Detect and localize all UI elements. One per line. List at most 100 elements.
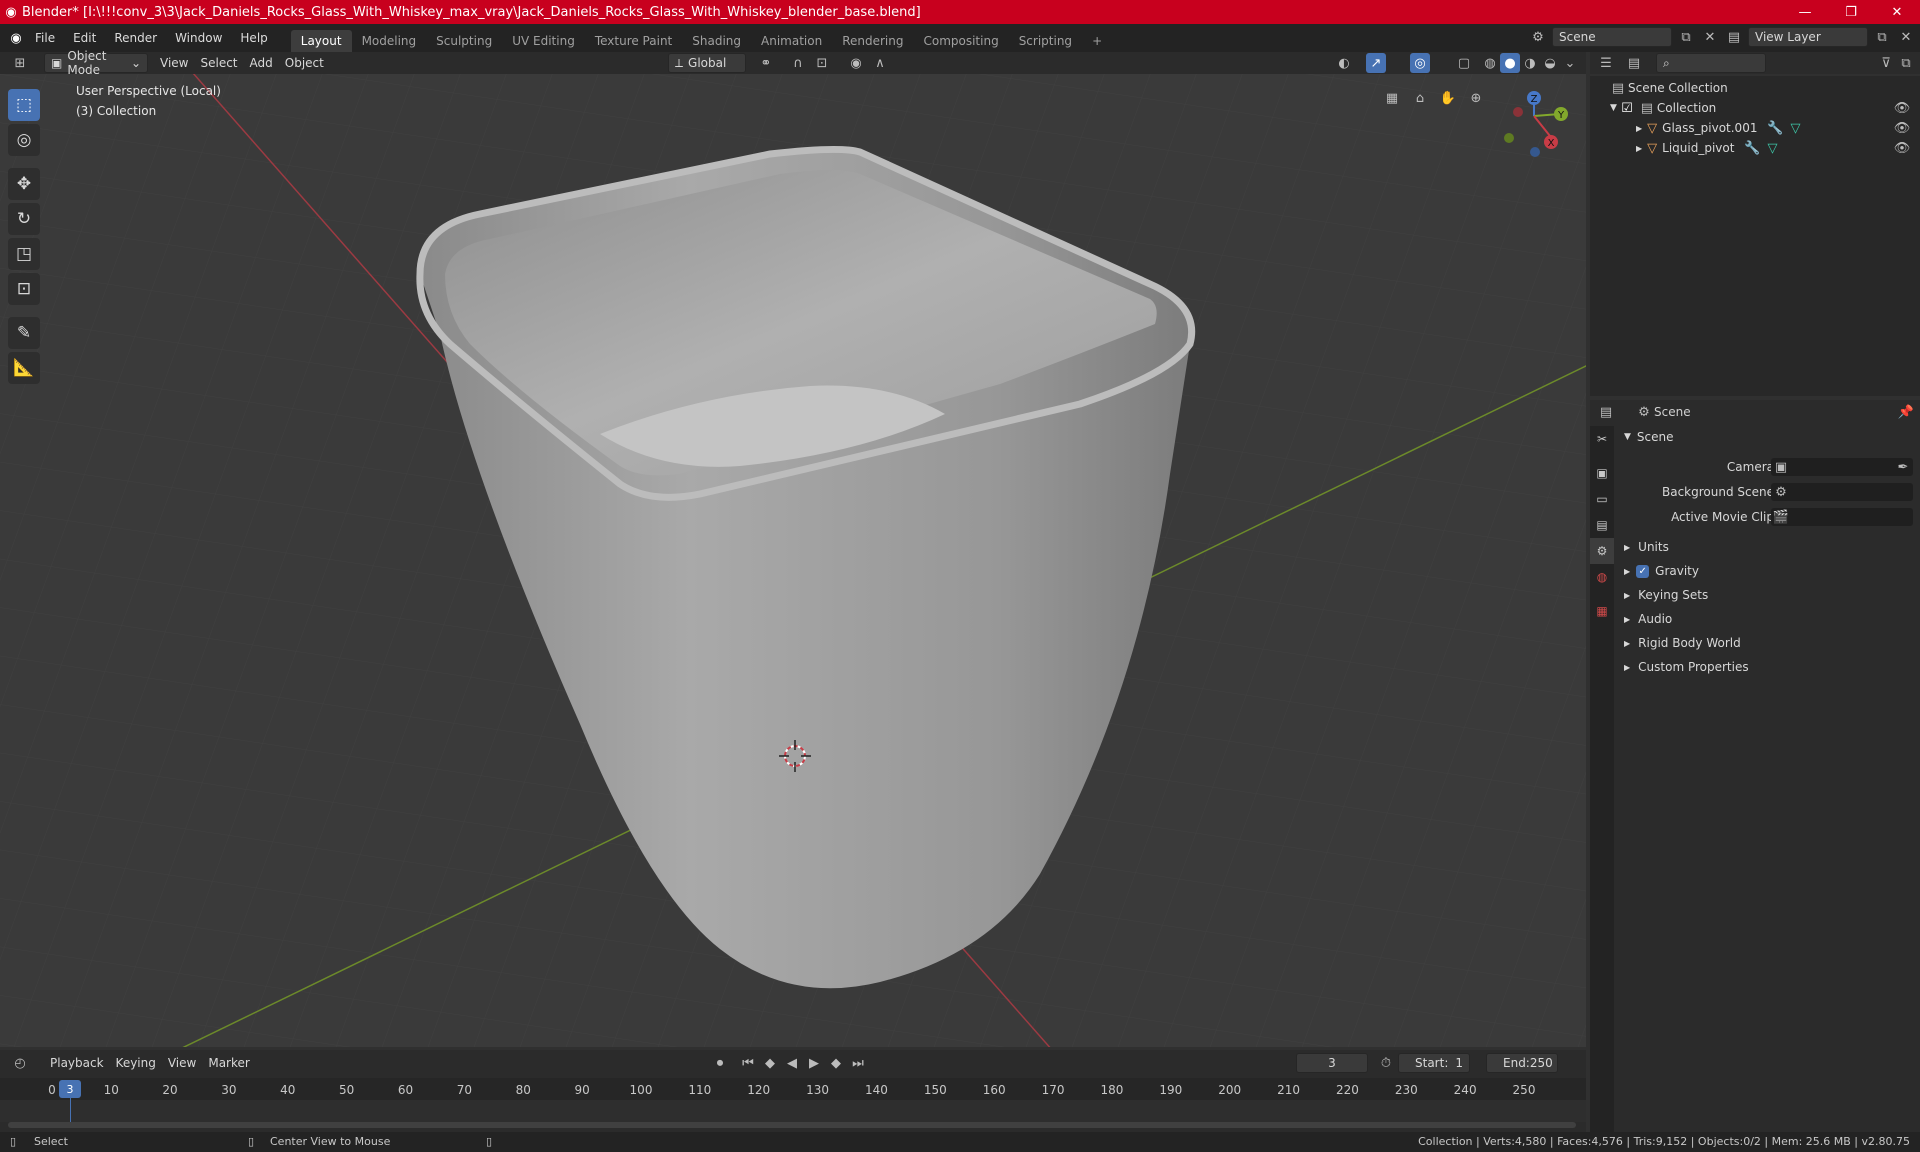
current-frame-field[interactable]: 3	[1296, 1053, 1368, 1073]
visibility-icon[interactable]: ◐	[1334, 53, 1354, 73]
view-layer-tab-icon[interactable]: ▤	[1590, 512, 1614, 538]
close-button[interactable]: ✕	[1874, 0, 1920, 24]
3d-viewport[interactable]: Z Y X User Perspective (Local) (3) Colle…	[0, 74, 1586, 1047]
blender-menu-icon[interactable]: ◉	[6, 28, 26, 48]
mesh-data-icon[interactable]: ▽	[1785, 118, 1805, 138]
shading-options-icon[interactable]: ⌄	[1560, 53, 1580, 73]
viewport-menu-select[interactable]: Select	[194, 53, 243, 73]
view-layer-icon[interactable]: ▤	[1724, 27, 1744, 47]
timeline-menu-marker[interactable]: Marker	[202, 1053, 255, 1073]
viewport-menu-add[interactable]: Add	[244, 53, 279, 73]
tool-tab-icon[interactable]: ✂	[1590, 426, 1614, 452]
tab-compositing[interactable]: Compositing	[913, 30, 1008, 52]
object-mode-dropdown[interactable]: ▣ Object Mode ⌄	[44, 49, 148, 77]
render-tab-icon[interactable]: ▣	[1590, 460, 1614, 486]
texture-tab-icon[interactable]: ▦	[1590, 598, 1614, 624]
timeline-menu-playback[interactable]: Playback	[44, 1053, 110, 1073]
minimize-button[interactable]: —	[1782, 0, 1828, 24]
rigid-body-world-section[interactable]: ▶ Rigid Body World	[1614, 632, 1920, 654]
tab-sculpting[interactable]: Sculpting	[426, 30, 502, 52]
transform-tool-icon[interactable]: ⊡	[8, 273, 40, 305]
tab-uv-editing[interactable]: UV Editing	[502, 30, 585, 52]
background-scene-field[interactable]: ⚙	[1771, 483, 1913, 501]
prev-keyframe-icon[interactable]: ◆	[760, 1053, 780, 1073]
tab-rendering[interactable]: Rendering	[832, 30, 913, 52]
delete-view-layer-icon[interactable]: ✕	[1896, 27, 1916, 47]
outliner-row-liquid-pivot[interactable]: ▶ ▽ Liquid_pivot 🔧 ▽ 👁	[1590, 138, 1920, 158]
zoom-icon[interactable]: ⊕	[1466, 88, 1486, 108]
tab-layout[interactable]: Layout	[290, 30, 352, 52]
select-box-tool-icon[interactable]: ⬚	[8, 89, 40, 121]
play-icon[interactable]: ▶	[804, 1053, 824, 1073]
eye-icon[interactable]: 👁	[1892, 98, 1912, 118]
pivot-point-icon[interactable]: ⚭	[756, 53, 776, 73]
stopwatch-icon[interactable]: ⏱	[1376, 1053, 1396, 1073]
expand-arrow-icon[interactable]: ▼	[1610, 103, 1617, 113]
next-keyframe-icon[interactable]: ◆	[826, 1053, 846, 1073]
eye-icon[interactable]: 👁	[1892, 118, 1912, 138]
outliner-row-collection[interactable]: ▼ ☑ ▤ Collection 👁	[1590, 98, 1920, 118]
display-mode-icon[interactable]: ▤	[1624, 53, 1644, 73]
modifier-wrench-icon[interactable]: 🔧	[1765, 118, 1785, 138]
move-tool-icon[interactable]: ✥	[8, 168, 40, 200]
outliner-search-input[interactable]: ⌕	[1656, 53, 1766, 73]
wireframe-shading-icon[interactable]: ◍	[1480, 53, 1500, 73]
scene-field[interactable]: Scene	[1552, 27, 1672, 47]
menu-window[interactable]: Window	[166, 27, 231, 49]
jump-end-icon[interactable]: ⏭	[848, 1053, 868, 1073]
overlay-toggle-icon[interactable]: ◎	[1410, 53, 1430, 73]
new-view-layer-icon[interactable]: ⧉	[1872, 27, 1892, 47]
scene-selector-icon[interactable]: ⚙	[1528, 27, 1548, 47]
outliner-editor-icon[interactable]: ☰	[1596, 53, 1616, 73]
delete-scene-icon[interactable]: ✕	[1700, 27, 1720, 47]
tab-texture-paint[interactable]: Texture Paint	[585, 30, 682, 52]
camera-view-icon[interactable]: ⌂	[1410, 88, 1430, 108]
cursor-tool-icon[interactable]: ◎	[8, 124, 40, 156]
start-frame-field[interactable]: Start: 1	[1398, 1053, 1470, 1073]
outliner-row-glass-pivot[interactable]: ▶ ▽ Glass_pivot.001 🔧 ▽ 👁	[1590, 118, 1920, 138]
viewport-menu-view[interactable]: View	[154, 53, 194, 73]
tab-modeling[interactable]: Modeling	[352, 30, 427, 52]
viewport-menu-object[interactable]: Object	[279, 53, 330, 73]
maximize-button[interactable]: ❐	[1828, 0, 1874, 24]
eye-icon[interactable]: 👁	[1892, 138, 1912, 158]
record-icon[interactable]: ⏺	[710, 1053, 730, 1073]
pan-hand-icon[interactable]: ✋	[1438, 88, 1458, 108]
menu-file[interactable]: File	[26, 27, 64, 49]
scene-panel-header[interactable]: ▼ Scene	[1614, 426, 1920, 448]
grid-view-icon[interactable]: ▦	[1382, 88, 1402, 108]
custom-properties-section[interactable]: ▶ Custom Properties	[1614, 656, 1920, 678]
snap-icon[interactable]: ∩	[788, 53, 808, 73]
annotate-tool-icon[interactable]: ✎	[8, 317, 40, 349]
gravity-section[interactable]: ▶ ✓ Gravity	[1614, 560, 1920, 582]
rotate-tool-icon[interactable]: ↻	[8, 203, 40, 235]
tab-animation[interactable]: Animation	[751, 30, 832, 52]
tab-scripting[interactable]: Scripting	[1009, 30, 1082, 52]
menu-render[interactable]: Render	[105, 27, 166, 49]
units-section[interactable]: ▶ Units	[1614, 536, 1920, 558]
output-tab-icon[interactable]: ▭	[1590, 486, 1614, 512]
menu-help[interactable]: Help	[231, 27, 276, 49]
playhead[interactable]: 3	[59, 1080, 81, 1098]
timeline-scrollbar[interactable]	[8, 1122, 1576, 1128]
solid-shading-icon[interactable]: ●	[1500, 53, 1520, 73]
falloff-icon[interactable]: ∧	[870, 53, 890, 73]
proportional-edit-icon[interactable]: ◉	[846, 53, 866, 73]
xray-icon[interactable]: ▢	[1454, 53, 1474, 73]
editor-type-icon[interactable]: ⊞	[10, 53, 30, 73]
jump-start-icon[interactable]: ⏮	[738, 1053, 758, 1073]
gravity-checkbox[interactable]: ✓	[1636, 564, 1650, 578]
collection-checkbox[interactable]: ☑	[1617, 98, 1637, 118]
new-scene-icon[interactable]: ⧉	[1676, 27, 1696, 47]
add-workspace-button[interactable]: +	[1082, 30, 1112, 52]
eyedropper-icon[interactable]: ✒	[1893, 458, 1913, 476]
scene-tab-icon[interactable]: ⚙	[1590, 538, 1614, 564]
new-collection-icon[interactable]: ⧉	[1896, 53, 1916, 73]
world-tab-icon[interactable]: ◍	[1590, 564, 1614, 590]
camera-field[interactable]: ▣ ✒	[1771, 458, 1913, 476]
filter-icon[interactable]: ⊽	[1876, 53, 1896, 73]
play-reverse-icon[interactable]: ◀	[782, 1053, 802, 1073]
modifier-wrench-icon[interactable]: 🔧	[1742, 138, 1762, 158]
mesh-data-icon[interactable]: ▽	[1762, 138, 1782, 158]
snap-target-icon[interactable]: ⊡	[812, 53, 832, 73]
